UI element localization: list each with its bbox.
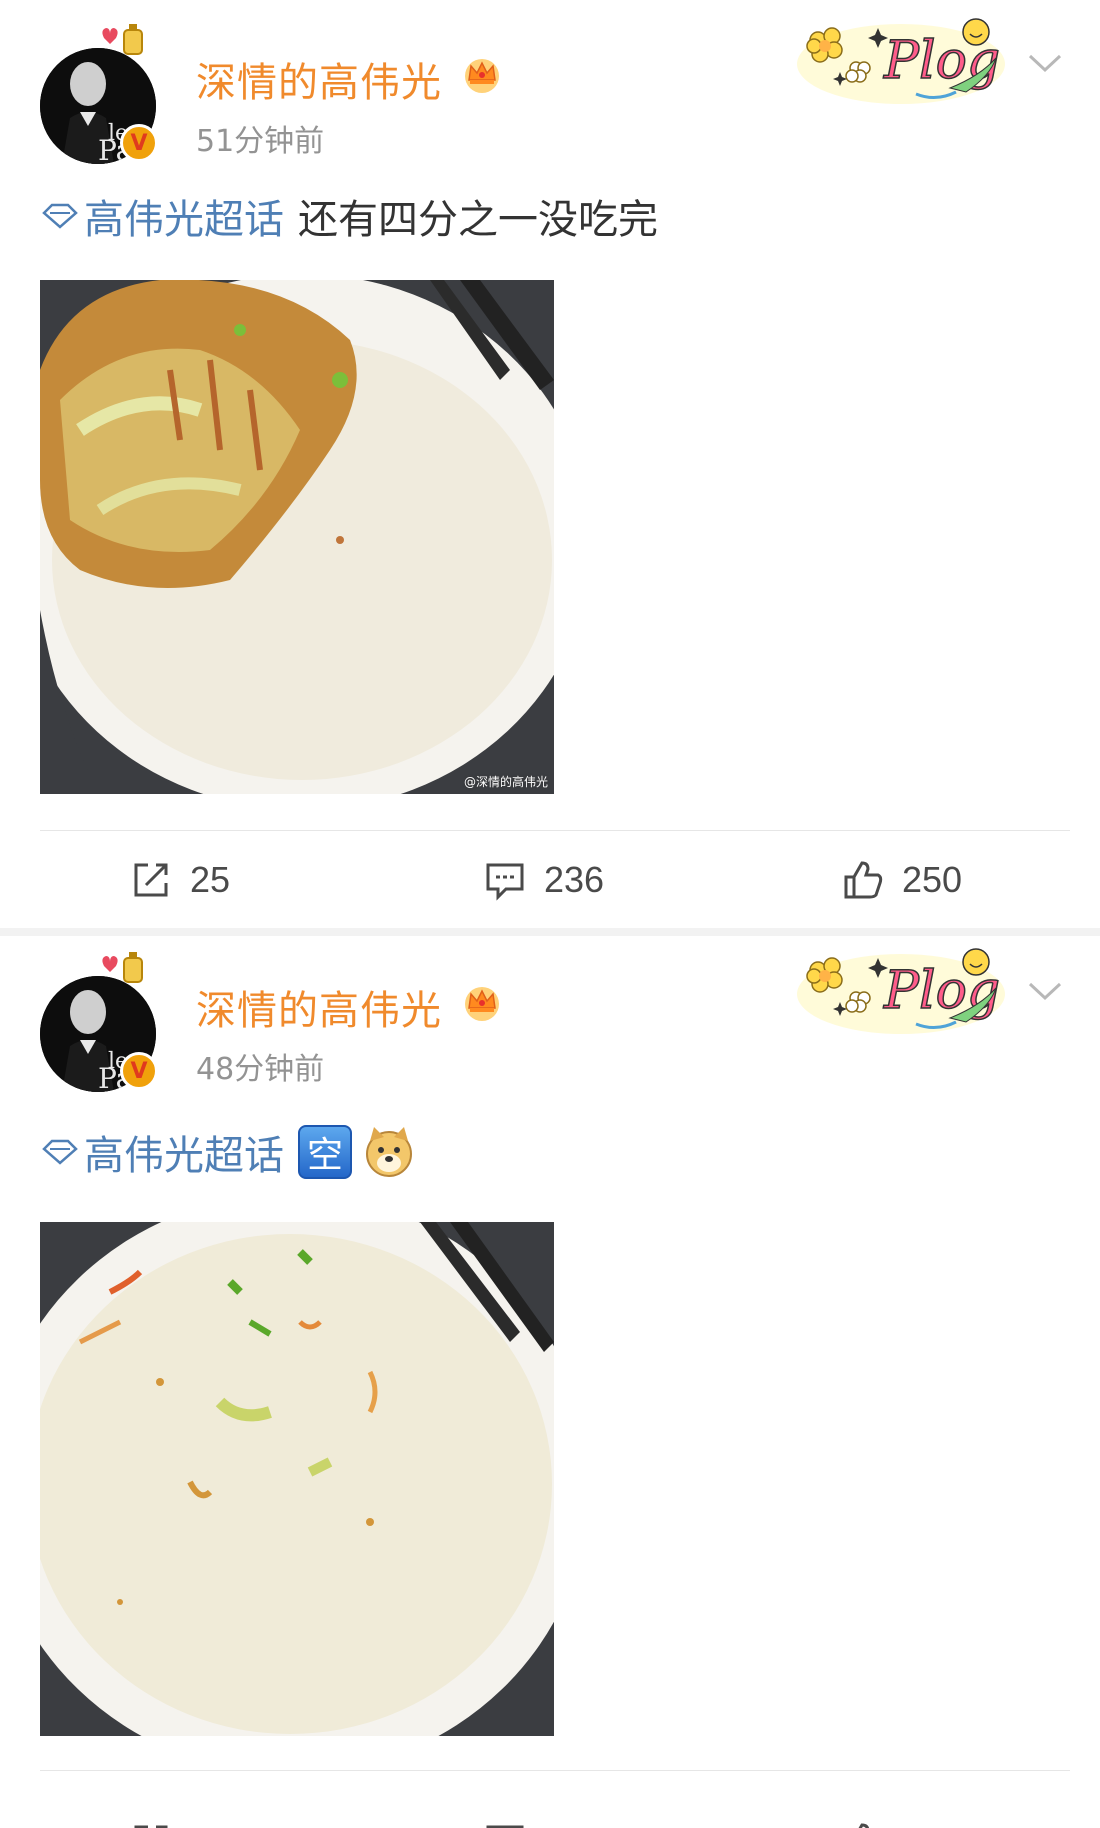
comment-button[interactable]: 279 xyxy=(484,1812,604,1828)
perfume-badge-icon xyxy=(102,952,143,983)
divider xyxy=(40,1770,1070,1771)
plog-badge-icon[interactable]: Plog xyxy=(790,6,1012,110)
post-card[interactable]: le Pa V 深情的高伟光 51分钟前 Plog 高伟光超话 还有四分之一没吃… xyxy=(0,0,1100,928)
topic-link[interactable]: 高伟光超话 xyxy=(40,1123,298,1181)
weibo-feed: le Pa V 深情的高伟光 51分钟前 Plog 高伟光超话 还有四分之一没吃… xyxy=(0,0,1100,1828)
post-time: 51分钟前 xyxy=(196,124,325,159)
doge-emoji-icon xyxy=(366,1127,412,1177)
crown-icon xyxy=(465,59,499,93)
post-separator xyxy=(0,928,1100,936)
topic-diamond-icon xyxy=(42,203,78,229)
repost-icon xyxy=(134,1825,168,1828)
action-bar: 25 236 250 xyxy=(0,850,1100,910)
post-card[interactable]: le Pa V 深情的高伟光 48分钟前 Plog 高伟光超话 空 xyxy=(0,936,1100,1828)
topic-link[interactable]: 高伟光超话 xyxy=(40,187,298,245)
like-count: 258 xyxy=(902,1821,962,1828)
comment-icon xyxy=(486,1825,524,1828)
username[interactable]: 深情的高伟光 xyxy=(196,50,442,108)
repost-button[interactable]: 25 xyxy=(130,850,230,910)
plog-badge-icon[interactable]: Plog xyxy=(790,936,1012,1040)
post-photo[interactable] xyxy=(40,1222,554,1736)
topic-label: 高伟光超话 xyxy=(84,1133,284,1179)
post-photo[interactable]: @深情的高伟光 xyxy=(40,280,554,794)
crown-icon xyxy=(465,987,499,1021)
chevron-down-icon[interactable] xyxy=(1026,976,1064,1006)
repost-count: 18 xyxy=(190,1821,230,1828)
like-icon xyxy=(844,861,883,899)
verified-badge: V xyxy=(120,124,158,162)
repost-button[interactable]: 18 xyxy=(130,1812,230,1828)
repost-icon xyxy=(134,863,168,897)
divider xyxy=(40,830,1070,831)
perfume-badge-icon xyxy=(102,24,143,55)
username[interactable]: 深情的高伟光 xyxy=(196,978,442,1036)
like-count: 250 xyxy=(902,859,963,900)
like-button[interactable]: 250 xyxy=(842,850,962,910)
post-text: 还有四分之一没吃完 xyxy=(298,197,658,243)
action-bar: 18 279 258 xyxy=(0,1812,1100,1828)
topic-diamond-icon xyxy=(42,1139,78,1165)
post-time: 48分钟前 xyxy=(196,1052,325,1087)
chevron-down-icon[interactable] xyxy=(1026,48,1064,78)
comment-count: 279 xyxy=(544,1821,604,1828)
repost-count: 25 xyxy=(190,859,231,900)
watermark: @深情的高伟光 xyxy=(463,775,548,789)
like-icon xyxy=(858,1823,869,1828)
topic-label: 高伟光超话 xyxy=(84,197,284,243)
verified-badge: V xyxy=(120,1052,158,1090)
empty-emoji: 空 xyxy=(298,1125,352,1179)
like-button[interactable]: 258 xyxy=(842,1812,962,1828)
comment-button[interactable]: 236 xyxy=(484,850,604,910)
comment-icon xyxy=(486,863,524,901)
post-content: 高伟光超话 空 xyxy=(40,1122,416,1182)
post-content: 高伟光超话 还有四分之一没吃完 xyxy=(40,186,658,246)
comment-count: 236 xyxy=(544,859,605,900)
